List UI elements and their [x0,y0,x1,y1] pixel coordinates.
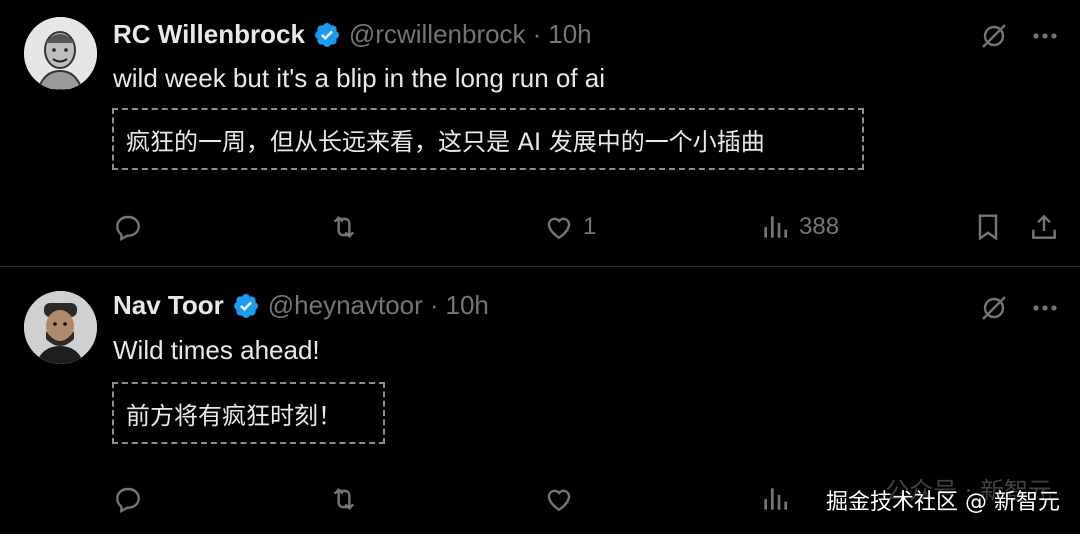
translation-box: 疯狂的一周，但从长远来看，这只是 AI 发展中的一个小插曲 [112,108,864,170]
more-options-icon[interactable] [1028,19,1062,53]
like-count: 1 [583,213,597,240]
reply-icon [116,487,140,514]
view-count: 388 [799,213,840,240]
action-bar: 1 388 [0,207,1080,247]
tweet-header: RC Willenbrock @rcwillenbrock · 10h [113,19,592,50]
user-handle[interactable]: @rcwillenbrock [349,19,526,50]
analytics-icon [764,216,787,238]
separator-dot: · [429,290,439,320]
bookmark-button[interactable] [972,207,1004,247]
watermark-text: 掘金技术社区 @ 新智元 [826,490,1060,515]
separator-dot: · [532,19,542,49]
translation-box: 前方将有疯狂时刻！ [112,382,385,444]
timestamp[interactable]: 10h [548,19,591,50]
analytics-icon [764,488,787,510]
retweet-icon [333,215,355,239]
avatar[interactable] [24,17,97,90]
like-button[interactable]: 1 [543,207,596,247]
user-handle[interactable]: @heynavtoor [268,290,423,321]
views-button[interactable] [759,479,799,519]
translation-text: 前方将有疯狂时刻！ [126,401,342,430]
retweet-button[interactable] [328,479,360,519]
grok-icon[interactable] [977,19,1011,53]
translation-text: 疯狂的一周，但从长远来看，这只是 AI 发展中的一个小插曲 [126,127,765,156]
heart-icon [547,489,571,512]
reply-button[interactable] [112,207,144,247]
reply-button[interactable] [112,479,144,519]
bookmark-icon [978,214,998,241]
share-icon [1032,214,1056,239]
reply-icon [116,215,140,242]
display-name[interactable]: RC Willenbrock [113,19,305,50]
share-button[interactable] [1028,207,1060,247]
verified-badge-icon [314,22,339,47]
display-name[interactable]: Nav Toor [113,290,224,321]
avatar[interactable] [24,291,97,364]
tweet-text: wild week but it's a blip in the long ru… [113,63,606,93]
timestamp[interactable]: 10h [445,290,488,321]
tweet-text: Wild times ahead! [113,335,320,365]
retweet-button[interactable] [328,207,360,247]
views-button[interactable]: 388 [759,207,839,247]
retweet-icon [333,487,355,511]
tweet-header: Nav Toor @heynavtoor · 10h [113,290,489,321]
heart-icon [547,217,571,240]
like-button[interactable] [543,479,583,519]
verified-badge-icon [233,293,258,318]
tweet: RC Willenbrock @rcwillenbrock · 10h wild… [0,0,1080,267]
grok-icon[interactable] [977,291,1011,325]
more-options-icon[interactable] [1028,291,1062,325]
